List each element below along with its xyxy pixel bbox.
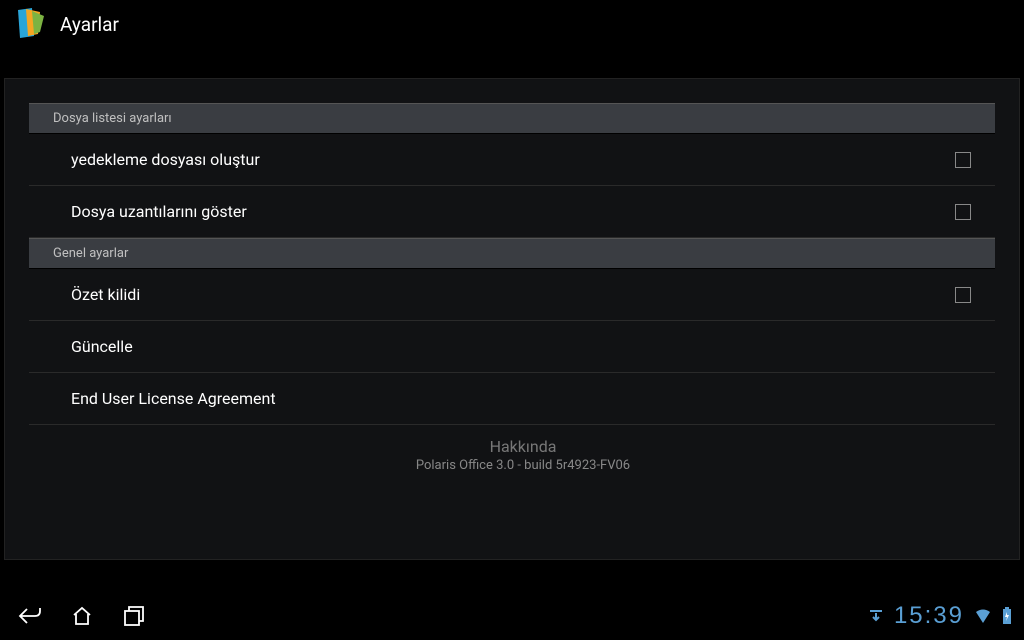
clock: 15:39 <box>894 602 964 630</box>
download-indicator-icon <box>868 608 884 624</box>
section-header-general: Genel ayarlar <box>29 238 995 269</box>
setting-about: Hakkında Polaris Office 3.0 - build 5r49… <box>29 425 995 491</box>
setting-sublabel: Polaris Office 3.0 - build 5r4923-FV06 <box>416 458 630 473</box>
setting-label: Hakkında <box>490 437 557 456</box>
checkbox-extensions[interactable] <box>955 204 971 220</box>
status-bar-right[interactable]: 15:39 <box>868 602 1016 630</box>
checkbox-summary-lock[interactable] <box>955 287 971 303</box>
setting-show-extensions[interactable]: Dosya uzantılarını göster <box>29 186 995 238</box>
recent-apps-icon[interactable] <box>120 602 148 630</box>
setting-update[interactable]: Güncelle <box>29 321 995 373</box>
app-logo-icon <box>12 6 48 42</box>
setting-label: Özet kilidi <box>71 285 140 304</box>
settings-list: Dosya listesi ayarları yedekleme dosyası… <box>5 79 1019 491</box>
setting-label: yedekleme dosyası oluştur <box>71 150 260 169</box>
settings-panel: Dosya listesi ayarları yedekleme dosyası… <box>4 78 1020 560</box>
setting-label: End User License Agreement <box>71 389 276 408</box>
nav-buttons-left <box>8 602 148 630</box>
app-header: Ayarlar <box>0 0 1024 48</box>
setting-eula[interactable]: End User License Agreement <box>29 373 995 425</box>
system-navbar: 15:39 <box>0 592 1024 640</box>
page-title: Ayarlar <box>60 13 119 36</box>
setting-create-backup[interactable]: yedekleme dosyası oluştur <box>29 134 995 186</box>
setting-summary-lock[interactable]: Özet kilidi <box>29 269 995 321</box>
back-icon[interactable] <box>16 602 44 630</box>
setting-label: Dosya uzantılarını göster <box>71 202 247 221</box>
wifi-icon <box>974 608 992 624</box>
battery-icon <box>1002 607 1012 625</box>
checkbox-backup[interactable] <box>955 152 971 168</box>
home-icon[interactable] <box>68 602 96 630</box>
section-header-file-list: Dosya listesi ayarları <box>29 103 995 134</box>
setting-label: Güncelle <box>71 337 133 356</box>
